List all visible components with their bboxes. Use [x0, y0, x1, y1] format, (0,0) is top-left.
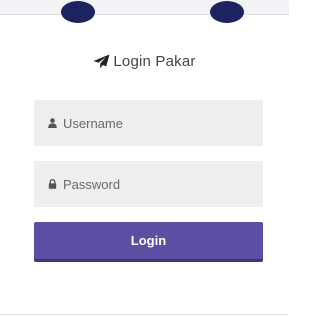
- password-placeholder: Password: [63, 176, 121, 192]
- username-placeholder: Username: [63, 115, 123, 131]
- divider: [0, 314, 289, 315]
- top-bar: [0, 0, 289, 23]
- login-title-text: Login Pakar: [113, 52, 196, 70]
- decorative-blob-right: [210, 1, 244, 23]
- decorative-blob-left: [61, 1, 95, 23]
- user-icon: [48, 118, 57, 128]
- login-button[interactable]: Login: [34, 222, 263, 259]
- username-field[interactable]: Username: [34, 100, 263, 146]
- lock-icon: [48, 179, 57, 189]
- login-button-label: Login: [130, 233, 167, 248]
- login-title: Login Pakar: [0, 52, 289, 70]
- login-page: Login Pakar Username Password Login: [0, 0, 289, 316]
- password-field[interactable]: Password: [34, 161, 263, 207]
- paper-plane-icon: [93, 54, 110, 69]
